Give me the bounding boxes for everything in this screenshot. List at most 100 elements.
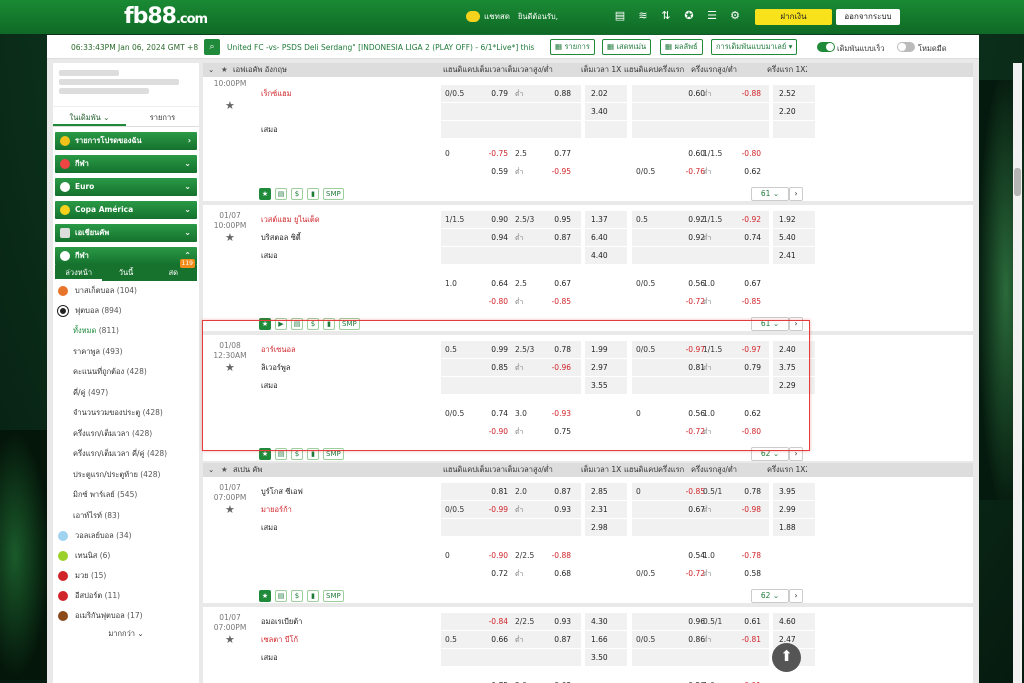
promo-icon[interactable]: ✪ <box>683 9 695 22</box>
odds-h[interactable]: -0.75 <box>486 149 508 159</box>
team-draw[interactable]: เสมอ <box>261 125 278 135</box>
sidebar-subitem[interactable]: ประตูแรก/ประตูท้าย (428) <box>53 465 199 486</box>
odds-o[interactable]: -0.95 <box>549 167 571 177</box>
live-button[interactable]: ▦ เสดทเม่น <box>602 39 652 55</box>
odds-h[interactable]: 0.74 <box>486 409 508 419</box>
more-sports-button[interactable]: มากกว่า ⌄ <box>53 626 199 642</box>
odds-fx[interactable]: 2.29 <box>779 381 796 391</box>
tab-in-bet[interactable]: ในเดิมพัน ⌄ <box>53 109 126 126</box>
dollar-icon[interactable]: $ <box>307 318 319 330</box>
favorite-star-icon[interactable]: ★ <box>225 633 235 646</box>
odds-o[interactable]: -0.85 <box>549 297 571 307</box>
section-favorites[interactable]: รายการโปรดของฉัน › <box>55 132 197 150</box>
stats-icon[interactable]: ⇅ <box>660 9 672 22</box>
star-icon[interactable]: ★ <box>221 63 228 77</box>
odds-h[interactable]: 0.66 <box>486 635 508 645</box>
odds-fh[interactable]: 0.60 <box>683 149 705 159</box>
odds-h[interactable]: -0.80 <box>486 297 508 307</box>
more-markets-button[interactable]: 62 ⌄ <box>751 447 789 461</box>
odds-fx[interactable]: 5.40 <box>779 233 796 243</box>
sidebar-item-basketball[interactable]: บาสเก็ตบอล (104) <box>53 281 199 301</box>
odds-fo[interactable]: -0.88 <box>739 89 761 99</box>
team-away[interactable]: บริสตอล ซิตี้ <box>261 233 301 243</box>
chevron-down-icon[interactable]: ⌄ <box>208 463 214 477</box>
list-icon[interactable]: ▤ <box>291 318 303 330</box>
favorite-star-icon[interactable]: ★ <box>225 503 235 516</box>
sidebar-subitem[interactable]: ครึ่งแรก/เต็มเวลา (428) <box>53 424 199 445</box>
odds-fo[interactable]: 0.62 <box>739 409 761 419</box>
odds-fo[interactable]: -0.85 <box>739 297 761 307</box>
odds-x1[interactable]: 3.55 <box>591 381 608 391</box>
subtab-early[interactable]: ล่วงหน้า <box>55 265 103 281</box>
odds-h[interactable]: 0.64 <box>486 279 508 289</box>
odds-x1[interactable]: 1.66 <box>591 635 608 645</box>
section-copa-america[interactable]: Copa América ⌄ <box>55 201 197 219</box>
smp-button[interactable]: SMP <box>323 188 344 200</box>
odds-fh[interactable]: 0.81 <box>683 363 705 373</box>
team-away[interactable]: มายอร์ก้า <box>261 505 292 515</box>
sidebar-subitem[interactable]: ราคาพูล (493) <box>53 342 199 363</box>
odds-fx[interactable]: 2.41 <box>779 251 796 261</box>
odds-fx[interactable]: 2.52 <box>779 89 796 99</box>
sidebar-item-football[interactable]: ฟุตบอล (894) <box>53 301 199 321</box>
sidebar-subitem[interactable]: คะแนนที่ถูกต้อง (428) <box>53 362 199 383</box>
sidebar-item-sport[interactable]: อเมริกันฟุตบอล (17) <box>53 606 199 626</box>
odds-fh[interactable]: -0.72 <box>683 297 705 307</box>
tab-list[interactable]: รายการ <box>126 109 199 126</box>
next-button[interactable]: › <box>789 317 803 331</box>
more-markets-button[interactable]: 62 ⌄ <box>751 589 789 603</box>
odds-fo[interactable]: 0.58 <box>739 569 761 579</box>
odds-fh[interactable]: 0.56 <box>683 409 705 419</box>
list-icon[interactable]: ▤ <box>275 448 287 460</box>
odds-fh[interactable]: 0.92 <box>683 215 705 225</box>
favorite-star-icon[interactable]: ★ <box>225 231 235 244</box>
site-logo[interactable]: fb88.com <box>124 4 208 29</box>
more-markets-button[interactable]: 61 ⌄ <box>751 187 789 201</box>
next-button[interactable]: › <box>789 589 803 603</box>
odds-fh[interactable]: 0.67 <box>683 505 705 515</box>
odds-o[interactable]: -0.96 <box>549 363 571 373</box>
favorite-icon[interactable]: ★ <box>259 188 271 200</box>
odds-x1[interactable]: 1.99 <box>591 345 608 355</box>
odds-fo[interactable]: 0.78 <box>739 487 761 497</box>
team-home[interactable]: อาร์เซนอล <box>261 345 296 355</box>
league-header[interactable]: ⌄ ★ สเปน คัพ แฮนดิแคปเต็มเวลา เต็มเวลาสูง/ต่… <box>203 463 973 477</box>
sidebar-subitem[interactable]: เอาท์ไรท์ (83) <box>53 506 199 527</box>
odds-h[interactable]: 0.59 <box>486 167 508 177</box>
odds-fh[interactable]: -0.72 <box>683 569 705 579</box>
sidebar-item-sport[interactable]: อีสปอร์ต (11) <box>53 586 199 606</box>
odds-fo[interactable]: 0.74 <box>739 233 761 243</box>
odds-x1[interactable]: 4.30 <box>591 617 608 627</box>
stats-icon[interactable]: ▮ <box>323 318 335 330</box>
smp-button[interactable]: SMP <box>323 590 344 602</box>
odds-h[interactable]: 0.94 <box>486 233 508 243</box>
odds-fo[interactable]: 0.79 <box>739 363 761 373</box>
odds-o[interactable]: 0.87 <box>549 635 571 645</box>
odds-x1[interactable]: 2.97 <box>591 363 608 373</box>
team-away[interactable]: ลิเวอร์พูล <box>261 363 290 373</box>
odds-h[interactable]: 0.90 <box>486 215 508 225</box>
odds-fx[interactable]: 3.75 <box>779 363 796 373</box>
sidebar-item-sport[interactable]: วอลเลย์บอล (34) <box>53 526 199 546</box>
favorite-icon[interactable]: ★ <box>259 318 271 330</box>
odds-fh[interactable]: -0.76 <box>683 167 705 177</box>
odds-fo[interactable]: -0.98 <box>739 505 761 515</box>
odds-fx[interactable]: 4.60 <box>779 617 796 627</box>
odds-fh[interactable]: -0.72 <box>683 427 705 437</box>
team-draw[interactable]: เสมอ <box>261 523 278 533</box>
sidebar-subitem[interactable]: ครึ่งแรก/เต็มเวลา คี่/คู่ (428) <box>53 444 199 465</box>
dollar-icon[interactable]: $ <box>291 590 303 602</box>
sidebar-subitem[interactable]: จำนวนรวมของประตู (428) <box>53 403 199 424</box>
odds-x1[interactable]: 3.50 <box>591 653 608 663</box>
dark-mode-toggle[interactable] <box>897 42 915 52</box>
play-icon[interactable]: ▶ <box>275 318 287 330</box>
odds-h[interactable]: 0.72 <box>486 569 508 579</box>
odds-fx[interactable]: 3.95 <box>779 487 796 497</box>
favorite-star-icon[interactable]: ★ <box>225 361 235 374</box>
results-button[interactable]: ▦ ผลลัพธ์ <box>660 39 703 55</box>
odds-format-select[interactable]: การเดิมพันแบบมาเลย์ ▾ <box>711 39 798 55</box>
bet-list-icon[interactable]: ☰ <box>706 9 718 22</box>
section-sports[interactable]: กีฬา ⌄ <box>55 155 197 173</box>
odds-o[interactable]: 0.68 <box>549 569 571 579</box>
team-home[interactable]: อมอเรเบียต้า <box>261 617 302 627</box>
